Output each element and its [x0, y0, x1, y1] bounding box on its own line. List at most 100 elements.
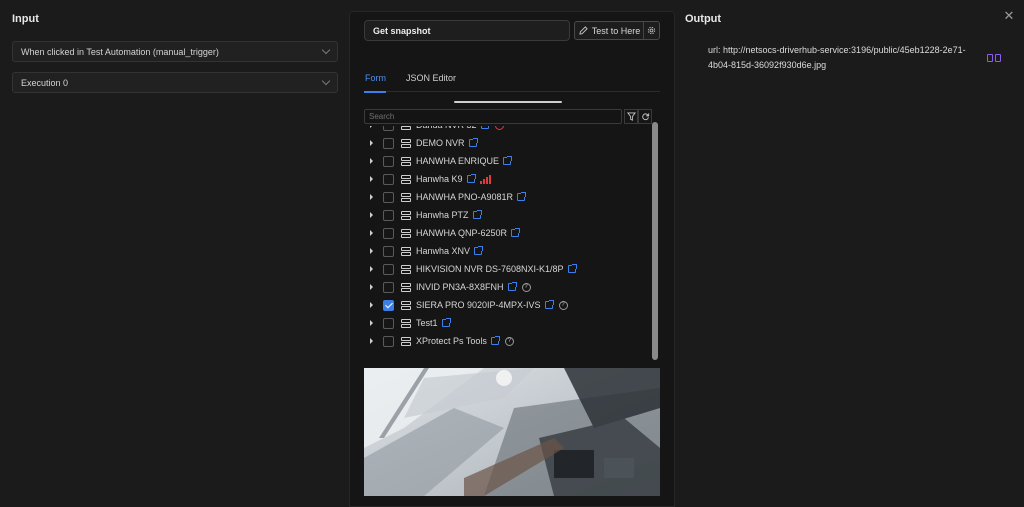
test-to-here-label: Test to Here [591, 25, 641, 36]
device-checkbox[interactable] [383, 191, 394, 203]
expand-caret-icon[interactable] [370, 302, 373, 308]
device-name: Hanwha K9 [416, 174, 463, 184]
chevron-down-icon [321, 45, 331, 54]
device-checkbox[interactable] [383, 281, 394, 293]
output-title: Output [685, 13, 722, 25]
external-link-icon[interactable] [472, 210, 482, 219]
device-search-input[interactable] [364, 109, 622, 124]
help-icon[interactable]: ? [521, 282, 531, 292]
expand-caret-icon[interactable] [370, 140, 373, 146]
expand-caret-icon[interactable] [370, 248, 373, 254]
trigger-select[interactable]: When clicked in Test Automation (manual_… [12, 41, 338, 62]
device-name: HANWHA QNP-6250R [416, 228, 508, 238]
server-icon [401, 174, 411, 184]
device-row[interactable]: INVID PN3A-8X8FNH? [364, 278, 644, 296]
external-link-icon[interactable] [511, 228, 521, 237]
device-row[interactable]: SIERA PRO 9020IP-4MPX-IVS? [364, 296, 644, 314]
expand-caret-icon[interactable] [370, 230, 373, 236]
copy-icons[interactable] [987, 54, 1001, 62]
expand-caret-icon[interactable] [370, 126, 373, 128]
chevron-down-icon [321, 76, 331, 85]
expand-caret-icon[interactable] [370, 194, 373, 200]
execution-select[interactable]: Execution 0 [12, 72, 338, 93]
device-name: Hanwha PTZ [416, 210, 469, 220]
external-link-icon[interactable] [474, 246, 484, 255]
help-icon[interactable]: ? [558, 300, 568, 310]
copy-icon[interactable] [995, 54, 1001, 62]
device-checkbox[interactable] [383, 245, 394, 257]
device-checkbox[interactable] [383, 335, 394, 347]
device-checkbox[interactable] [383, 137, 394, 149]
copy-icon[interactable] [987, 54, 993, 62]
server-icon [401, 336, 411, 346]
filter-icon[interactable] [624, 109, 638, 124]
external-link-icon[interactable] [517, 192, 527, 201]
external-link-icon[interactable] [503, 156, 513, 165]
expand-caret-icon[interactable] [370, 266, 373, 272]
expand-caret-icon[interactable] [370, 158, 373, 164]
external-link-icon[interactable] [544, 300, 554, 309]
device-checkbox[interactable] [383, 263, 394, 275]
device-row[interactable]: HANWHA PNO-A9081R [364, 188, 644, 206]
test-to-here-button[interactable]: Test to Here [574, 21, 660, 40]
server-icon [401, 138, 411, 148]
tab-form[interactable]: Form [365, 73, 386, 83]
server-icon [401, 228, 411, 238]
device-search-row [364, 109, 660, 124]
device-name: SIERA PRO 9020IP-4MPX-IVS [416, 300, 541, 310]
device-checkbox[interactable] [383, 126, 394, 131]
device-name: INVID PN3A-8X8FNH [416, 282, 504, 292]
gear-icon[interactable] [643, 22, 659, 39]
expand-caret-icon[interactable] [370, 284, 373, 290]
expand-caret-icon[interactable] [370, 176, 373, 182]
device-row[interactable]: HIKVISION NVR DS-7608NXI-K1/8P [364, 260, 644, 278]
external-link-icon[interactable] [441, 318, 451, 327]
help-icon[interactable]: ? [504, 336, 514, 346]
expand-caret-icon[interactable] [370, 212, 373, 218]
step-name-input[interactable]: Get snapshot [364, 20, 570, 41]
external-link-icon[interactable] [507, 282, 517, 291]
close-icon[interactable]: ✕ [1003, 9, 1015, 22]
device-row[interactable]: XProtect Ps Tools? [364, 332, 644, 350]
device-name: XProtect Ps Tools [416, 336, 487, 346]
device-tree: Dahua NVR 32 DEMO NVR HANWHA ENRIQUE Hanwha… [364, 126, 644, 358]
server-icon [401, 156, 411, 166]
snapshot-image [364, 368, 660, 496]
refresh-icon[interactable] [638, 109, 652, 124]
device-checkbox[interactable] [383, 299, 394, 311]
device-row[interactable]: Dahua NVR 32 [364, 126, 644, 134]
external-link-icon[interactable] [480, 126, 489, 129]
device-row[interactable]: HANWHA QNP-6250R [364, 224, 644, 242]
external-link-icon[interactable] [466, 174, 476, 183]
step-tabs: Form JSON Editor [364, 68, 660, 93]
server-icon [401, 264, 411, 274]
step-panel: Get snapshot Test to Here Form JSON Edit… [349, 11, 675, 507]
execution-select-value: Execution 0 [21, 77, 69, 88]
device-row[interactable]: Hanwha K9 [364, 170, 644, 188]
device-checkbox[interactable] [383, 173, 394, 185]
device-row[interactable]: Hanwha XNV [364, 242, 644, 260]
output-text: url: http://netsocs-driverhub-service:31… [708, 45, 966, 70]
output-panel: Output ✕ url: http://netsocs-driverhub-s… [676, 0, 1024, 507]
tab-json-editor[interactable]: JSON Editor [406, 73, 456, 83]
device-checkbox[interactable] [383, 155, 394, 167]
external-link-icon[interactable] [567, 264, 577, 273]
device-row[interactable]: Hanwha PTZ [364, 206, 644, 224]
device-row[interactable]: HANWHA ENRIQUE [364, 152, 644, 170]
external-link-icon[interactable] [468, 138, 478, 147]
active-tab-indicator [364, 91, 386, 93]
device-checkbox[interactable] [383, 209, 394, 221]
expand-caret-icon[interactable] [370, 338, 373, 344]
server-icon [401, 318, 411, 328]
scrollbar-thumb[interactable] [652, 122, 658, 360]
external-link-icon[interactable] [490, 336, 500, 345]
input-panel: Input When clicked in Test Automation (m… [0, 0, 348, 507]
expand-caret-icon[interactable] [370, 320, 373, 326]
device-row[interactable]: DEMO NVR [364, 134, 644, 152]
device-name: HANWHA ENRIQUE [416, 156, 500, 166]
device-checkbox[interactable] [383, 317, 394, 329]
server-icon [401, 192, 411, 202]
device-tree-scrollbar[interactable] [652, 122, 658, 360]
device-checkbox[interactable] [383, 227, 394, 239]
device-row[interactable]: Test1 [364, 314, 644, 332]
